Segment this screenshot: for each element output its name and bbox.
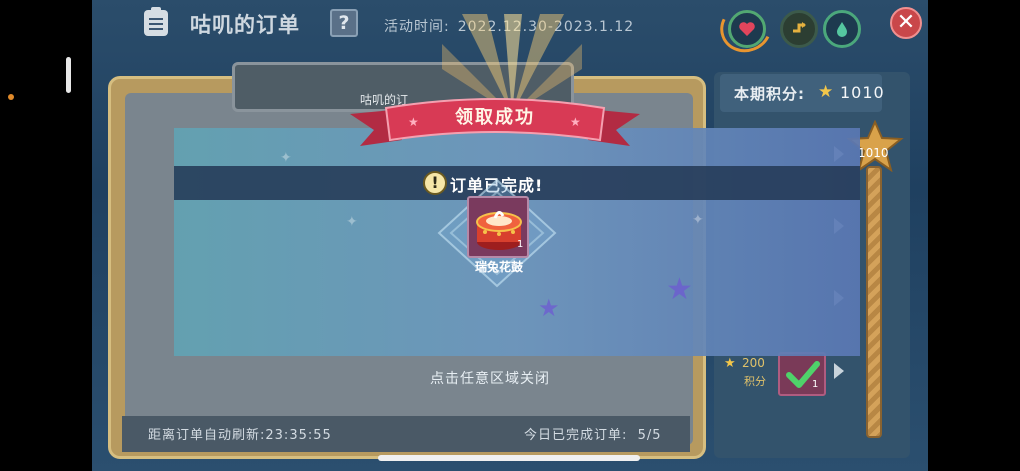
item-name: 瑞兔花鼓: [474, 260, 523, 274]
star-decoration: ★: [666, 272, 693, 307]
sparkle: ✦: [346, 214, 358, 230]
scroll-handle[interactable]: [66, 57, 71, 93]
banner-title: 领取成功: [455, 107, 535, 128]
reward-count: 1: [812, 379, 819, 390]
refresh-timer: 距离订单自动刷新:23:35:55: [148, 424, 332, 443]
question-icon[interactable]: ?: [330, 9, 358, 37]
reward-item[interactable]: [778, 352, 826, 396]
refresh-label: 距离订单自动刷新:: [148, 428, 266, 443]
completed-label: 今日已完成订单:: [524, 428, 628, 443]
close-icon[interactable]: ✕: [890, 7, 922, 39]
star-decoration: ★: [538, 294, 560, 322]
game-screen: 咕叽的订单 ? 活动时间:2022.12.30-2023.1.12 ✕ 咕叽的: [92, 0, 928, 471]
sparkle: ✦: [280, 150, 292, 166]
reward-points: 200: [742, 356, 765, 370]
status-dot: [8, 94, 14, 100]
left-letterbox: [0, 0, 92, 471]
svg-text:★: ★: [408, 115, 419, 129]
heart-button[interactable]: [728, 10, 766, 48]
heart-icon: [739, 22, 755, 36]
right-letterbox: [928, 0, 1020, 471]
close-hint[interactable]: 点击任意区域关闭: [430, 368, 550, 388]
points-label: 本期积分:: [734, 85, 805, 103]
water-button[interactable]: [823, 10, 861, 48]
refresh-time: 23:35:55: [265, 428, 332, 443]
event-time-label: 活动时间:: [384, 19, 450, 35]
home-indicator[interactable]: [378, 455, 640, 461]
swap-button[interactable]: [780, 10, 818, 48]
reward-unit: 积分: [744, 375, 766, 388]
sparkle: ✦: [692, 212, 704, 228]
svg-text:★: ★: [570, 115, 581, 129]
points-value: 1010: [840, 83, 885, 102]
completed-orders: 今日已完成订单: 5/5: [524, 424, 662, 443]
water-drop-icon: [837, 22, 847, 37]
completed-count: 5/5: [637, 428, 662, 443]
progress-label: 1010: [858, 146, 889, 160]
points-progress-track: [866, 166, 882, 438]
star-icon: ★: [724, 356, 736, 371]
swap-icon: [793, 22, 806, 33]
star-icon: ★: [818, 82, 834, 102]
clipboard-icon: [144, 7, 168, 36]
page-title: 咕叽的订单: [190, 13, 300, 37]
item-count: 1: [517, 239, 524, 250]
